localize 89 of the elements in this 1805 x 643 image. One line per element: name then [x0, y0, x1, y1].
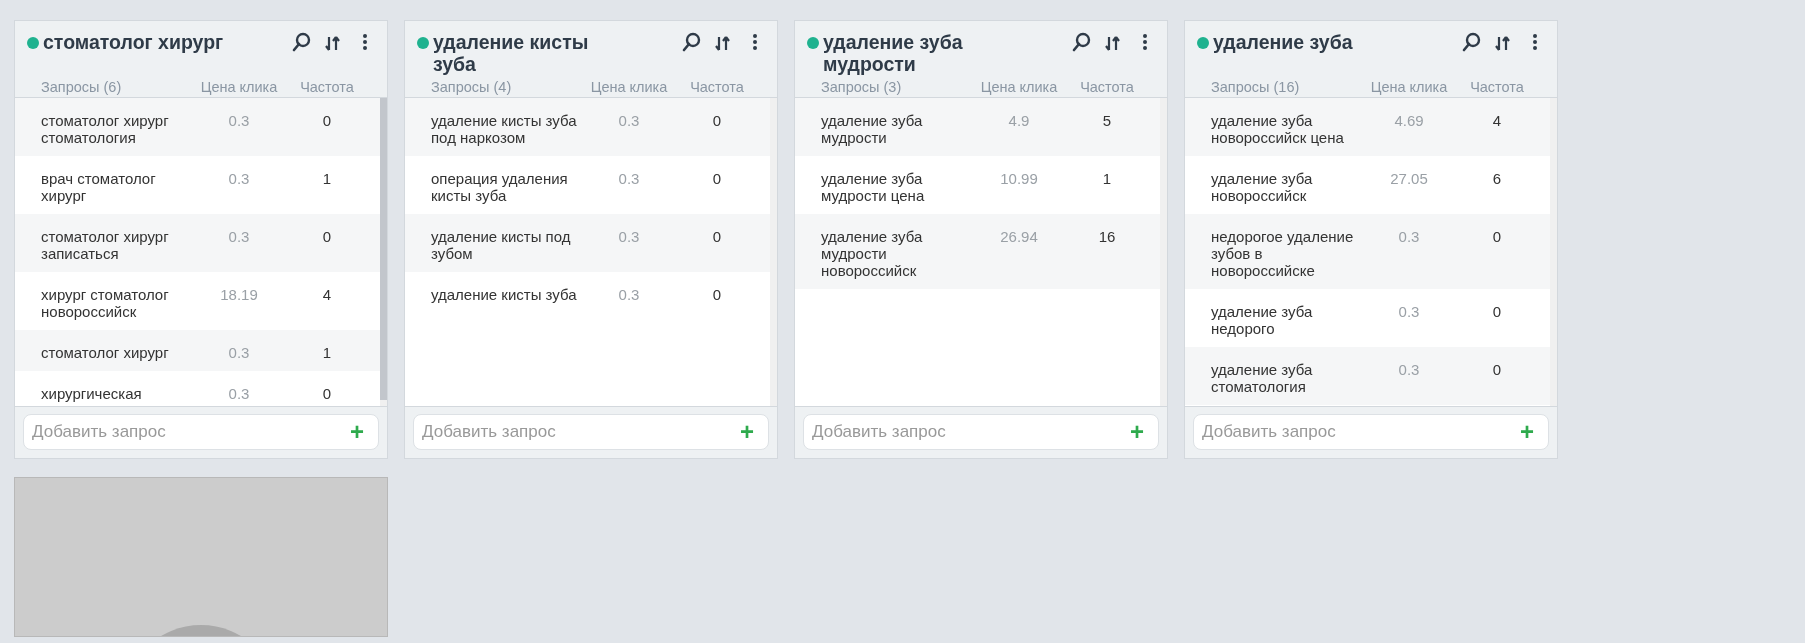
frequency-value: 0 — [1491, 228, 1503, 245]
scrollbar[interactable] — [770, 98, 777, 406]
query-text: удаление кисты зуба — [431, 286, 578, 303]
status-dot — [417, 37, 429, 49]
frequency-value: 0 — [711, 170, 723, 187]
add-button[interactable]: + — [1126, 420, 1148, 444]
click-price: 0.3 — [227, 228, 251, 245]
scrollbar[interactable] — [1550, 98, 1557, 406]
click-price: 0.3 — [617, 112, 641, 129]
frequency-value: 0 — [321, 385, 333, 402]
query-text: хирург стоматолог новороссийск — [41, 286, 170, 320]
frequency-value: 6 — [1491, 170, 1503, 187]
search-icon[interactable] — [291, 31, 311, 53]
query-text: удаление зуба недорого — [1211, 303, 1314, 337]
click-price: 26.94 — [999, 228, 1039, 245]
search-icon[interactable] — [681, 31, 701, 53]
column-header: Цена клика — [199, 78, 279, 97]
click-price: 0.3 — [617, 286, 641, 303]
query-text: удаление зуба новороссийск — [1211, 170, 1314, 204]
frequency-value: 1 — [321, 344, 333, 361]
click-price: 0.3 — [1397, 303, 1421, 320]
group-title: удаление зуба — [1213, 31, 1354, 53]
click-price: 0.3 — [227, 170, 251, 187]
search-icon[interactable] — [1071, 31, 1091, 53]
frequency-value: 0 — [711, 112, 723, 129]
add-button[interactable]: + — [346, 420, 368, 444]
query-text: врач стоматолог хирург — [41, 170, 157, 204]
frequency-value: 1 — [321, 170, 333, 187]
click-price: 0.3 — [617, 228, 641, 245]
frequency-value: 5 — [1101, 112, 1113, 129]
column-header: Запросы (4) — [431, 78, 513, 97]
query-text: удаление зуба мудрости цена — [821, 170, 926, 204]
query-text: стоматолог хирург — [41, 344, 170, 361]
query-text: удаление зуба мудрости новороссийск — [821, 228, 924, 279]
column-header: Запросы (6) — [41, 78, 123, 97]
add-button[interactable]: + — [736, 420, 758, 444]
frequency-value: 0 — [321, 228, 333, 245]
column-header: Запросы (3) — [821, 78, 903, 97]
click-price: 18.19 — [219, 286, 259, 303]
scrollbar[interactable] — [1160, 98, 1167, 406]
query-text: удаление зуба мудрости — [821, 112, 924, 146]
frequency-value: 0 — [1491, 303, 1503, 320]
frequency-value: 0 — [711, 286, 723, 303]
column-header: Частота — [299, 78, 355, 97]
query-text: удаление зуба стоматология — [1211, 361, 1314, 395]
search-icon[interactable] — [1461, 31, 1481, 53]
click-price: 0.3 — [227, 385, 251, 402]
frequency-value: 0 — [321, 112, 333, 129]
frequency-value: 1 — [1101, 170, 1113, 187]
query-text: удаление кисты под зубом — [431, 228, 572, 262]
add-query-field[interactable]: Добавить запрос + — [413, 414, 769, 450]
query-text: стоматолог хирург стоматология — [41, 112, 170, 146]
frequency-value: 16 — [1097, 228, 1117, 245]
click-price: 0.3 — [1397, 361, 1421, 378]
click-price: 4.9 — [1007, 112, 1031, 129]
column-header: Цена клика — [1369, 78, 1449, 97]
add-query-field[interactable]: Добавить запрос + — [803, 414, 1159, 450]
click-price: 0.3 — [1397, 228, 1421, 245]
query-text: стоматолог хирург записаться — [41, 228, 170, 262]
frequency-value: 0 — [1491, 361, 1503, 378]
column-header: Частота — [1079, 78, 1135, 97]
click-price: 4.69 — [1393, 112, 1425, 129]
click-price: 0.3 — [617, 170, 641, 187]
add-button[interactable]: + — [1516, 420, 1538, 444]
query-text: хирургическая — [41, 385, 143, 402]
click-price: 10.99 — [999, 170, 1039, 187]
frequency-value: 4 — [1491, 112, 1503, 129]
click-price: 0.3 — [227, 112, 251, 129]
click-price: 27.05 — [1389, 170, 1429, 187]
click-price: 0.3 — [227, 344, 251, 361]
group-title: стоматолог хирург — [43, 31, 225, 53]
group-title: удаление кисты зуба — [433, 31, 590, 75]
column-header: Цена клика — [589, 78, 669, 97]
query-text: удаление кисты зуба под наркозом — [431, 112, 578, 146]
status-dot — [807, 37, 819, 49]
add-query-field[interactable]: Добавить запрос + — [1193, 414, 1549, 450]
add-query-field[interactable]: Добавить запрос + — [23, 414, 379, 450]
column-header: Цена клика — [979, 78, 1059, 97]
status-dot — [1197, 37, 1209, 49]
query-text: удаление зуба новороссийск цена — [1211, 112, 1345, 146]
frequency-value: 4 — [321, 286, 333, 303]
group-title: удаление зуба мудрости — [823, 31, 964, 75]
query-text: операция удаления кисты зуба — [431, 170, 569, 204]
frequency-value: 0 — [711, 228, 723, 245]
column-header: Частота — [689, 78, 745, 97]
status-dot — [27, 37, 39, 49]
column-header: Частота — [1469, 78, 1525, 97]
column-header: Запросы (16) — [1211, 78, 1301, 97]
query-text: недорогое удаление зубов в новороссийске — [1211, 228, 1355, 279]
